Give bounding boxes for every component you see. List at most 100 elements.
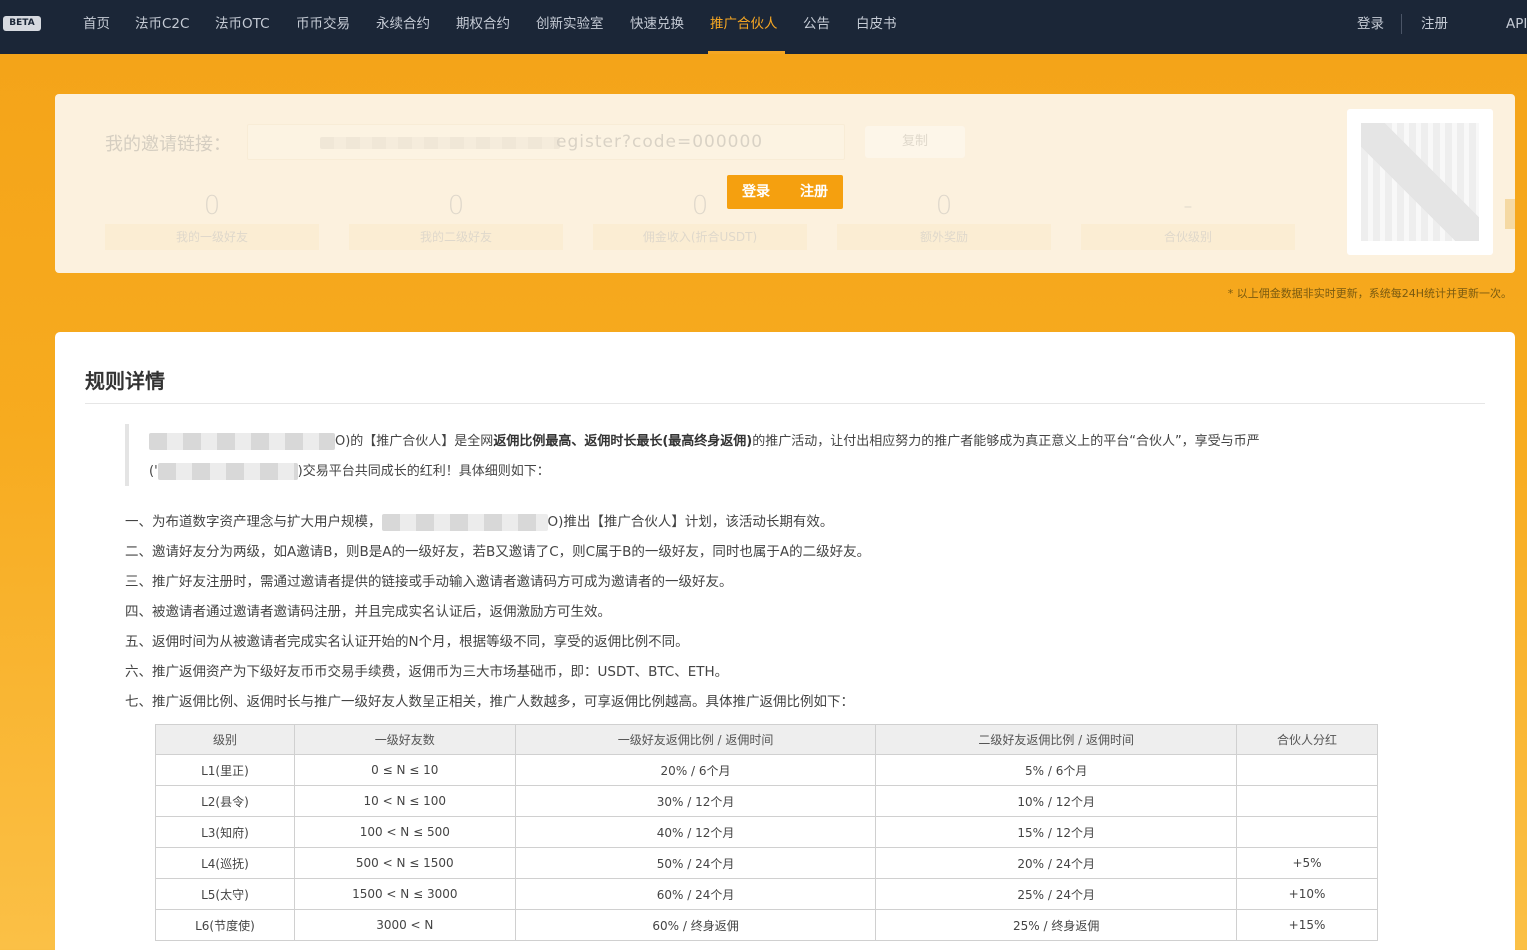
table-cell: L6(节度使) [155, 909, 295, 941]
nav-whitepaper[interactable]: 白皮书 [856, 0, 897, 54]
table-cell: 25% / 24个月 [875, 878, 1238, 910]
table-cell: 10 < N ≤ 100 [293, 785, 516, 817]
table-header: 一级好友返佣比例 / 返佣时间 [514, 724, 877, 755]
overlay-register-button[interactable]: 注册 [785, 175, 843, 209]
rule-item-7: 七、推广返佣比例、返佣时长与推广一级好友人数呈正相关，推广人数越多，可享返佣比例… [125, 694, 854, 710]
stat-label: 佣金收入(折合USDT) [593, 224, 807, 250]
overlay-login-button[interactable]: 登录 [727, 175, 785, 209]
table-cell: 20% / 24个月 [875, 847, 1238, 879]
table-cell: 500 < N ≤ 1500 [293, 847, 516, 879]
nav-perpetual[interactable]: 永续合约 [376, 0, 430, 54]
stat-label: 我的一级好友 [105, 224, 319, 250]
stat-value: - [1183, 191, 1193, 221]
invite-link-label: 我的邀请链接： [105, 134, 231, 155]
table-row: L3(知府) 100 < N ≤ 500 40% / 12个月 15% / 12… [155, 816, 1378, 848]
table-cell: L1(里正) [155, 754, 295, 786]
update-note: * 以上佣金数据非实时更新，系统每24H统计并更新一次。 [1227, 287, 1512, 300]
nav-home[interactable]: 首页 [83, 0, 110, 54]
nav-spot-trading[interactable]: 币币交易 [296, 0, 350, 54]
table-cell: 50% / 24个月 [514, 847, 877, 879]
nav-active-underline [708, 51, 785, 54]
copy-button: 复制 [865, 126, 965, 158]
stat-label: 额外奖励 [837, 224, 1051, 250]
rule-item-5: 五、返佣时间为从被邀请者完成实名认证开始的N个月，根据等级不同，享受的返佣比例不… [125, 634, 689, 650]
table-header: 级别 [155, 724, 295, 755]
rules-card: 规则详情 O)的【推广合伙人】是全网返佣比例最高、返佣时长最长(最高终身返佣)的… [55, 332, 1515, 950]
table-row: L4(巡抚) 500 < N ≤ 1500 50% / 24个月 20% / 2… [155, 847, 1378, 879]
table-cell: 3000 < N [293, 909, 516, 941]
table-cell: +10% [1236, 878, 1378, 910]
nav-login[interactable]: 登录 [1357, 0, 1384, 54]
table-cell: 40% / 12个月 [514, 816, 877, 848]
stat-label: 合伙级别 [1081, 224, 1295, 250]
login-register-overlay: 登录 注册 [727, 175, 843, 209]
table-cell [1236, 785, 1378, 817]
table-cell: L3(知府) [155, 816, 295, 848]
table-header-row: 级别 一级好友数 一级好友返佣比例 / 返佣时间 二级好友返佣比例 / 返佣时间… [155, 724, 1378, 755]
table-row: L5(太守) 1500 < N ≤ 3000 60% / 24个月 25% / … [155, 878, 1378, 910]
table-row: L1(里正) 0 ≤ N ≤ 10 20% / 6个月 5% / 6个月 [155, 754, 1378, 786]
nav-fiat-c2c[interactable]: 法币C2C [135, 0, 189, 54]
table-cell [1236, 754, 1378, 786]
table-cell: L2(县令) [155, 785, 295, 817]
rules-intro-quote: O)的【推广合伙人】是全网返佣比例最高、返佣时长最长(最高终身返佣)的推广活动，… [125, 424, 1395, 486]
invite-panel: 我的邀请链接： egister?code=000000 复制 0 我的一级好友 … [55, 94, 1515, 273]
nav-separator [1401, 14, 1402, 34]
table-header: 合伙人分红 [1236, 724, 1378, 755]
top-navbar: BETA 首页 法币C2C 法币OTC 币币交易 永续合约 期权合约 创新实验室… [0, 0, 1527, 54]
nav-fiat-otc[interactable]: 法币OTC [215, 0, 270, 54]
stat-second-level-friends: 0 我的二级好友 [349, 190, 563, 250]
table-cell: 60% / 终身返佣 [514, 909, 877, 941]
stat-value: 0 [203, 191, 221, 221]
rule-item-3: 三、推广好友注册时，需通过邀请者提供的链接或手动输入邀请者邀请码方可成为邀请者的… [125, 574, 733, 590]
stat-value: 0 [935, 191, 953, 221]
table-cell: L5(太守) [155, 878, 295, 910]
table-cell: 5% / 6个月 [875, 754, 1238, 786]
rules-divider [85, 403, 1485, 404]
table-cell: 0 ≤ N ≤ 10 [293, 754, 516, 786]
nav-announcement[interactable]: 公告 [803, 0, 830, 54]
nav-api[interactable]: API [1506, 0, 1527, 54]
intro-line-1: O)的【推广合伙人】是全网返佣比例最高、返佣时长最长(最高终身返佣)的推广活动，… [149, 430, 1260, 450]
table-cell: 10% / 12个月 [875, 785, 1238, 817]
table-cell: 1500 < N ≤ 3000 [293, 878, 516, 910]
qr-code-image [1361, 123, 1479, 241]
table-cell: +15% [1236, 909, 1378, 941]
table-cell: L4(巡抚) [155, 847, 295, 879]
redacted-platform-name [381, 513, 548, 531]
rules-title: 规则详情 [85, 369, 165, 393]
table-row: L6(节度使) 3000 < N 60% / 终身返佣 25% / 终身返佣 +… [155, 909, 1378, 941]
beta-badge: BETA [3, 16, 41, 31]
table-cell: 15% / 12个月 [875, 816, 1238, 848]
table-cell [1236, 816, 1378, 848]
redacted-platform-domain [157, 463, 298, 480]
invite-link-blurred [320, 137, 560, 149]
table-cell: 30% / 12个月 [514, 785, 877, 817]
table-cell: 20% / 6个月 [514, 754, 877, 786]
redacted-platform-name [149, 433, 335, 450]
nav-innovation-lab[interactable]: 创新实验室 [536, 0, 604, 54]
rule-item-1: 一、为布道数字资产理念与扩大用户规模， O)推出【推广合伙人】计划，该活动长期有效… [125, 513, 834, 531]
stat-label: 我的二级好友 [349, 224, 563, 250]
table-cell: 25% / 终身返佣 [875, 909, 1238, 941]
rule-item-2: 二、邀请好友分为两级，如A邀请B，则B是A的一级好友，若B又邀请了C，则C属于B… [125, 544, 871, 560]
nav-register[interactable]: 注册 [1421, 0, 1448, 54]
nav-quick-swap[interactable]: 快速兑换 [630, 0, 684, 54]
nav-partner[interactable]: 推广合伙人 [710, 0, 778, 54]
stat-extra-reward: 0 额外奖励 [837, 190, 1051, 250]
stat-first-level-friends: 0 我的一级好友 [105, 190, 319, 250]
rule-item-4: 四、被邀请者通过邀请者邀请码注册，并且完成实名认证后，返佣激励方可生效。 [125, 604, 611, 620]
table-cell: 100 < N ≤ 500 [293, 816, 516, 848]
table-row: L2(县令) 10 < N ≤ 100 30% / 12个月 10% / 12个… [155, 785, 1378, 817]
stat-value: 0 [447, 191, 465, 221]
table-header: 一级好友数 [293, 724, 516, 755]
nav-options[interactable]: 期权合约 [456, 0, 510, 54]
side-tab[interactable] [1505, 199, 1515, 229]
qr-code [1347, 109, 1493, 255]
commission-table: 级别 一级好友数 一级好友返佣比例 / 返佣时间 二级好友返佣比例 / 返佣时间… [155, 724, 1378, 941]
invite-link-field: egister?code=000000 [247, 124, 845, 160]
table-cell: +5% [1236, 847, 1378, 879]
invite-link-text: egister?code=000000 [556, 132, 764, 152]
rule-item-6: 六、推广返佣资产为下级好友币币交易手续费，返佣币为三大市场基础币，即：USDT、… [125, 664, 729, 680]
intro-line-2: (')交易平台共同成长的红利！具体细则如下： [149, 463, 550, 480]
